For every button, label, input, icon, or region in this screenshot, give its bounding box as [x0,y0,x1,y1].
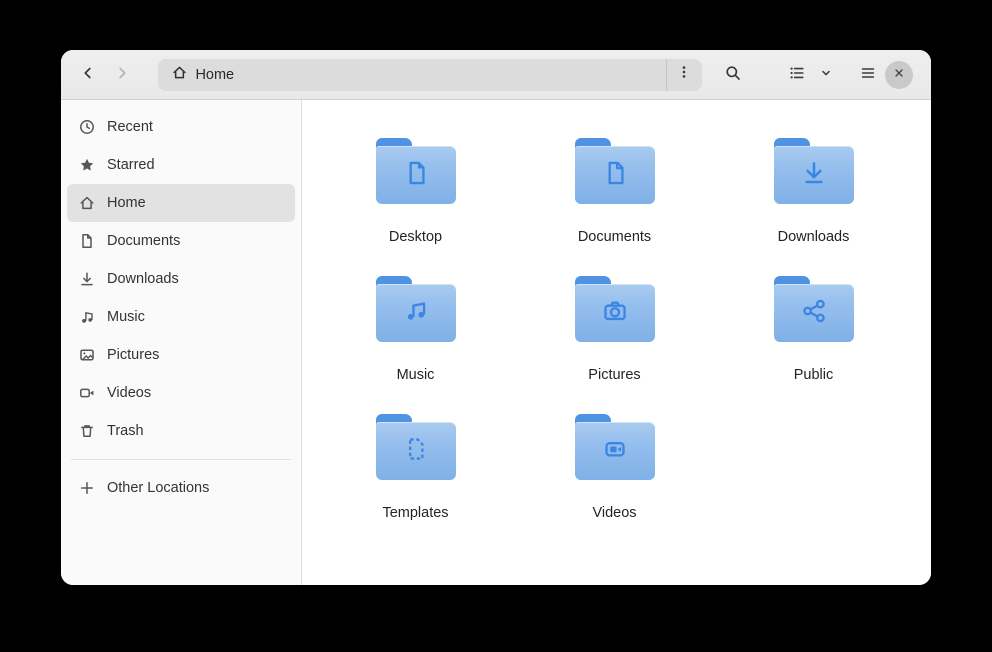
desktop-emblem-icon [399,156,433,195]
close-button[interactable] [885,61,913,89]
list-view-button[interactable] [780,58,814,92]
sidebar-item-label: Pictures [107,347,159,363]
image-icon [79,347,95,363]
folder-icon [575,138,655,204]
file-item-pictures[interactable]: Pictures [515,276,714,414]
sidebar-separator [71,459,291,460]
file-item-public[interactable]: Public [714,276,913,414]
search-button[interactable] [716,58,750,92]
plus-icon [79,480,95,496]
file-item-music[interactable]: Music [316,276,515,414]
video-icon [79,385,95,401]
video-camera-emblem-icon [598,432,632,471]
sidebar-item-trash[interactable]: Trash [67,412,295,450]
files-window: Home [61,50,931,585]
clock-icon [79,119,95,135]
home-icon [172,65,187,85]
chevron-down-icon [819,66,833,83]
download-icon [79,271,95,287]
back-icon [80,65,96,84]
file-label: Videos [592,504,636,522]
document-emblem-icon [598,156,632,195]
folder-icon [774,138,854,204]
path-menu-button[interactable] [666,59,702,91]
sidebar-item-documents[interactable]: Documents [67,222,295,260]
back-button[interactable] [71,58,105,92]
music-notes-emblem-icon [399,294,433,333]
main-menu-button[interactable] [852,58,886,92]
sidebar-item-label: Starred [107,157,155,173]
star-icon [79,157,95,173]
folder-icon [376,414,456,480]
close-icon [892,66,906,83]
file-label: Templates [382,504,448,522]
forward-icon [114,65,130,84]
file-item-desktop[interactable]: Desktop [316,138,515,276]
path-label: Home [195,67,234,83]
list-view-icon [789,65,805,84]
sidebar-item-pictures[interactable]: Pictures [67,336,295,374]
document-icon [79,233,95,249]
sidebar-item-label: Music [107,309,145,325]
sidebar-item-label: Downloads [107,271,179,287]
folder-icon [376,276,456,342]
file-item-documents[interactable]: Documents [515,138,714,276]
sidebar-item-label: Documents [107,233,180,249]
view-options-dropdown[interactable] [814,58,838,92]
file-label: Public [794,366,834,384]
sidebar-item-label: Home [107,195,146,211]
file-item-templates[interactable]: Templates [316,414,515,552]
sidebar-item-label: Other Locations [107,480,209,496]
kebab-menu-icon [676,64,692,85]
camera-emblem-icon [598,294,632,333]
file-grid: Desktop Documents [302,100,931,585]
forward-button[interactable] [105,58,139,92]
sidebar-item-videos[interactable]: Videos [67,374,295,412]
folder-icon [774,276,854,342]
file-label: Music [397,366,435,384]
sidebar-item-other-locations[interactable]: Other Locations [67,469,295,507]
window-content: Recent Starred Home Documents [61,100,931,585]
view-toggle-group [780,58,838,92]
sidebar-item-home[interactable]: Home [67,184,295,222]
file-item-downloads[interactable]: Downloads [714,138,913,276]
sidebar-item-music[interactable]: Music [67,298,295,336]
folder-icon [376,138,456,204]
path-bar[interactable]: Home [158,59,701,91]
folder-icon [575,276,655,342]
trash-icon [79,423,95,439]
file-item-videos[interactable]: Videos [515,414,714,552]
sidebar-item-recent[interactable]: Recent [67,108,295,146]
share-emblem-icon [797,294,831,333]
file-label: Documents [578,228,651,246]
hamburger-menu-icon [860,65,876,84]
header-bar: Home [61,50,931,100]
template-emblem-icon [399,432,433,471]
sidebar: Recent Starred Home Documents [61,100,302,585]
file-label: Downloads [778,228,850,246]
path-crumb-home[interactable]: Home [158,59,665,91]
sidebar-item-starred[interactable]: Starred [67,146,295,184]
sidebar-item-downloads[interactable]: Downloads [67,260,295,298]
search-icon [725,65,741,84]
file-label: Desktop [389,228,442,246]
sidebar-item-label: Videos [107,385,151,401]
download-arrow-emblem-icon [797,156,831,195]
sidebar-item-label: Trash [107,423,144,439]
file-label: Pictures [588,366,640,384]
music-note-icon [79,309,95,325]
home-icon [79,195,95,211]
sidebar-item-label: Recent [107,119,153,135]
folder-icon [575,414,655,480]
